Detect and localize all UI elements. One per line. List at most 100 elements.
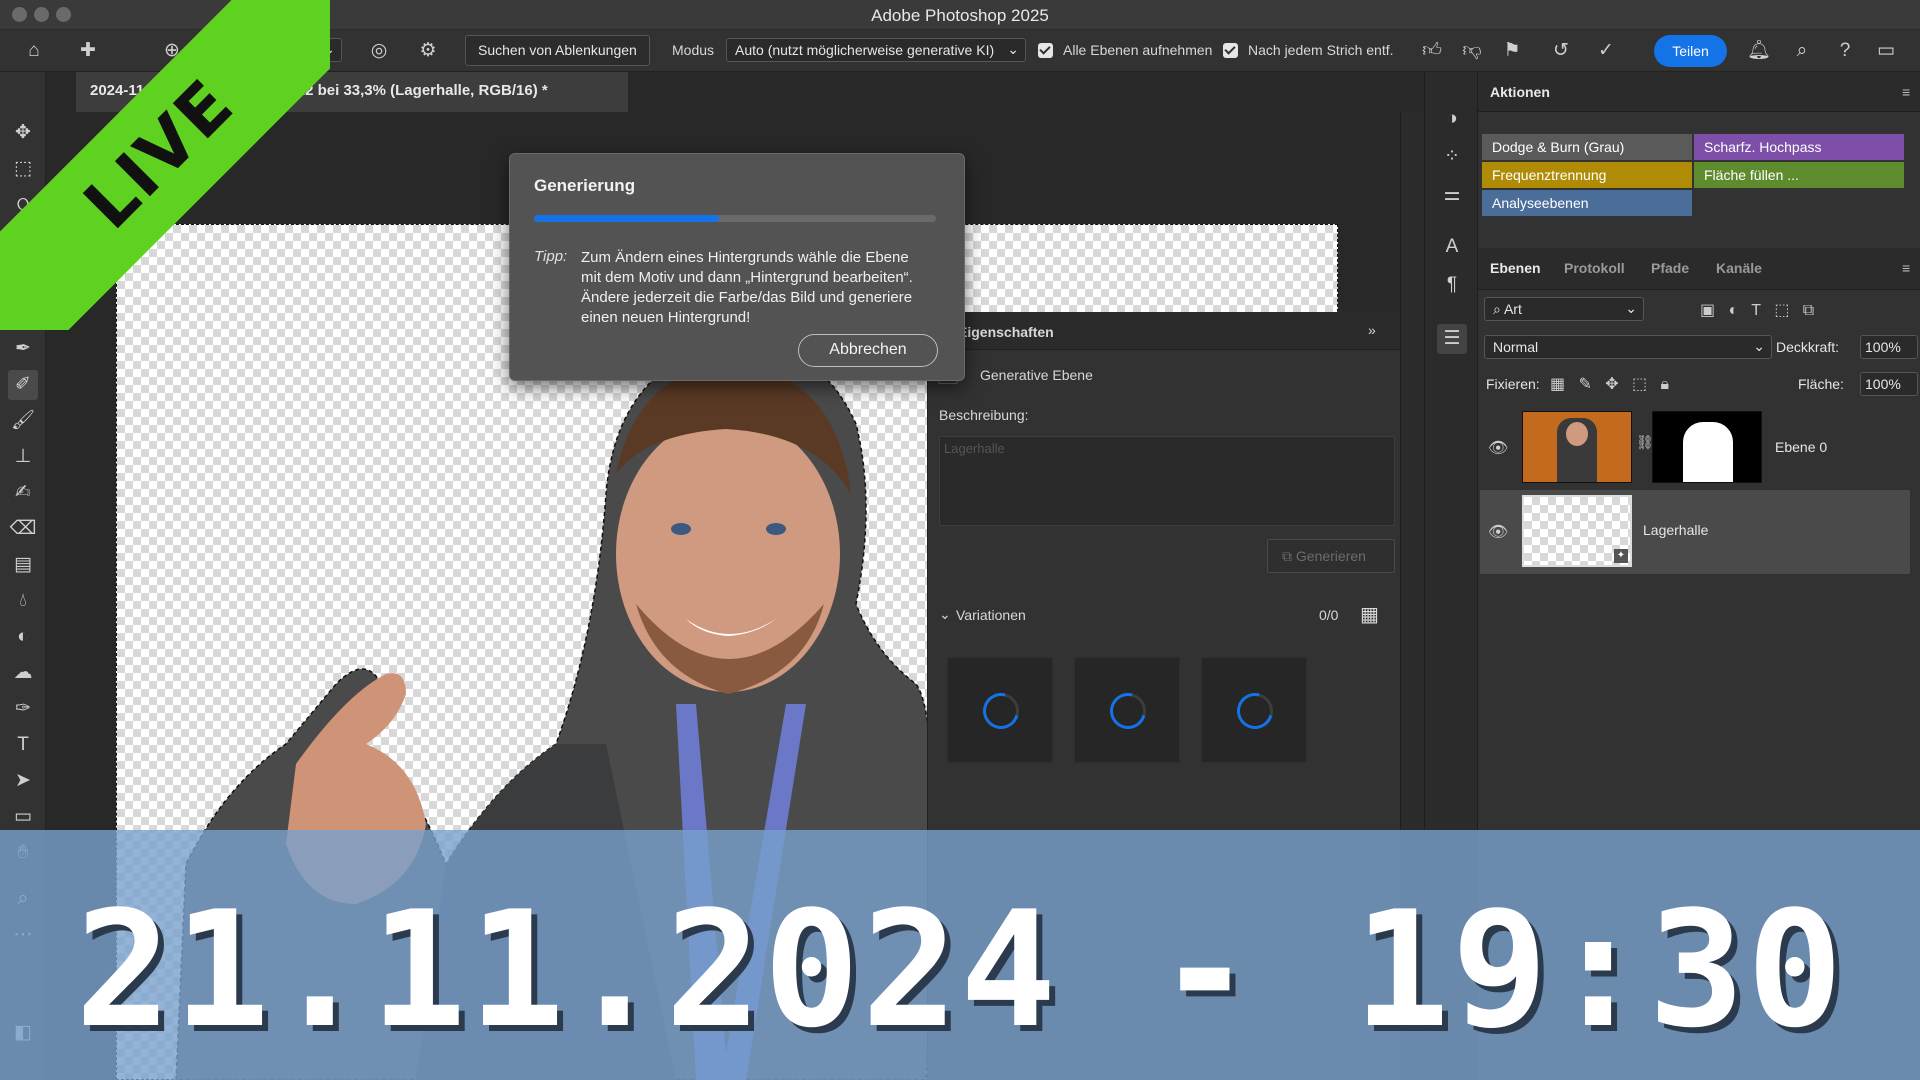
marquee-tool-icon[interactable]: ⬚ [8, 154, 38, 184]
action-analysis-layers[interactable]: Analyseebenen [1482, 190, 1692, 216]
lock-all-icon[interactable]: 🔒︎ [1660, 376, 1669, 393]
gear-icon[interactable]: ⚙ [416, 39, 440, 63]
layer-mask-thumbnail[interactable] [1652, 411, 1762, 483]
type-tool-icon[interactable]: T [8, 730, 38, 760]
home-icon[interactable]: ⌂ [22, 39, 46, 63]
blend-mode-select[interactable]: Normal ⌄ [1484, 335, 1772, 359]
dodge-tool-icon[interactable]: ◐ [8, 622, 38, 652]
action-fill[interactable]: Fläche füllen ... [1694, 162, 1904, 188]
action-dodge-burn[interactable]: Dodge & Burn (Grau) [1482, 134, 1692, 160]
grid-view-icon[interactable]: ▦ [1360, 602, 1379, 627]
sponge-tool-icon[interactable]: ☁ [8, 658, 38, 688]
after-stroke-checkbox[interactable] [1223, 43, 1238, 58]
thumbs-down-icon[interactable]: 👎︎ [1460, 39, 1484, 63]
flag-icon[interactable]: ⚑ [1500, 39, 1524, 63]
pen-tool-icon[interactable]: ✑ [8, 694, 38, 724]
layer-name[interactable]: Ebene 0 [1775, 439, 1827, 455]
variation-tile[interactable] [1201, 657, 1307, 763]
eraser-tool-icon[interactable]: ⌫ [8, 514, 38, 544]
eyedropper-tool-icon[interactable]: ✒ [8, 334, 38, 364]
layer-filter-select[interactable]: ⌕ Art ⌄ [1484, 297, 1644, 321]
action-frequency-separation[interactable]: Frequenztrennung [1482, 162, 1692, 188]
healing-brush-icon[interactable]: ✚ [76, 39, 100, 63]
quick-select-tool-icon[interactable]: ✎ [8, 226, 38, 256]
blur-tool-icon[interactable]: 💧︎ [8, 586, 38, 616]
character-icon[interactable]: A [1437, 232, 1467, 262]
workspace-icon[interactable]: ▭ [1874, 39, 1898, 63]
distraction-search-button[interactable]: Suchen von Ablenkungen [465, 35, 650, 66]
lock-icons: ▦ ✎ ✥ ⬚ 🔒︎ [1550, 374, 1669, 394]
lock-label: Fixieren: [1486, 376, 1540, 392]
opacity-label: Deckkraft: [1776, 339, 1840, 355]
lock-artboard-icon[interactable]: ⬚ [1632, 376, 1647, 393]
pressure-icon[interactable]: ◎ [367, 39, 391, 63]
panel-menu-icon[interactable]: ≡ [1902, 84, 1910, 100]
help-icon[interactable]: ? [1833, 39, 1857, 63]
layer-name[interactable]: Lagerhalle [1643, 522, 1708, 538]
mode-select[interactable]: Auto (nutzt möglicherweise generative KI… [726, 38, 1026, 62]
thumbs-up-icon[interactable]: 👍︎ [1420, 39, 1444, 63]
tab-paths[interactable]: Pfade [1651, 260, 1689, 276]
chevron-down-icon: ⌄ [323, 41, 335, 57]
size-value: 31 [285, 42, 301, 58]
brush-settings-icon[interactable]: ⁘ [1437, 142, 1467, 172]
lock-transparency-icon[interactable]: ▦ [1550, 376, 1565, 393]
description-input[interactable]: Lagerhalle [939, 436, 1395, 526]
all-layers-checkbox[interactable] [1038, 43, 1053, 58]
layer-row-selected[interactable]: 👁︎ ✦ Lagerhalle [1480, 490, 1910, 574]
generate-button[interactable]: ⧉ Generieren [1267, 539, 1395, 573]
brush-tool-icon[interactable]: 🖌︎ [8, 406, 38, 436]
bell-icon[interactable]: 🔔︎ [1747, 39, 1771, 63]
fill-field[interactable]: 100% [1860, 372, 1918, 396]
history-brush-tool-icon[interactable]: ✍ [8, 478, 38, 508]
frame-tool-icon[interactable]: ⊠ [8, 298, 38, 328]
crop-tool-icon[interactable]: ⌗ [8, 262, 38, 292]
color-wheel-icon[interactable]: ◑ [1437, 104, 1467, 134]
lasso-tool-icon[interactable]: ଠ [8, 190, 38, 220]
action-highpass[interactable]: Scharfz. Hochpass [1694, 134, 1904, 160]
size-field[interactable]: 31 ⌄ [276, 38, 342, 62]
brush-subtract-icon[interactable]: ⊖ [196, 39, 220, 63]
type-filter-icon[interactable]: T [1751, 302, 1761, 319]
chevron-down-icon: ⌄ [1007, 41, 1019, 57]
layer-row[interactable]: 👁︎ ⛓ Ebene 0 [1480, 406, 1910, 490]
actions-title[interactable]: Aktionen [1490, 84, 1550, 100]
undo-icon[interactable]: ↺ [1549, 39, 1573, 63]
share-button[interactable]: Teilen [1654, 35, 1727, 67]
chevron-down-icon: ⌄ [1753, 338, 1765, 354]
adjustments-icon[interactable]: ⚌ [1437, 180, 1467, 210]
checkmark-icon[interactable]: ✓ [1594, 39, 1618, 63]
document-tab[interactable]: 2024-11-21_photopia_6844.CR2 bei 33,3% (… [76, 72, 628, 112]
properties-icon[interactable]: ☰ [1437, 324, 1467, 354]
layer-filter-icons[interactable]: ▣ ◐ T ⬚ ⧉ [1700, 300, 1814, 320]
opacity-field[interactable]: 100% [1860, 335, 1918, 359]
smart-object-filter-icon[interactable]: ⧉ [1803, 302, 1814, 319]
cancel-button[interactable]: Abbrechen [798, 334, 938, 367]
paragraph-icon[interactable]: ¶ [1437, 270, 1467, 300]
search-icon[interactable]: ⌕ [1790, 39, 1814, 63]
shape-filter-icon[interactable]: ⬚ [1774, 302, 1789, 319]
pixel-filter-icon[interactable]: ▣ [1700, 302, 1715, 319]
chevron-down-icon[interactable]: ⌄ [939, 606, 951, 623]
adjustment-filter-icon[interactable]: ◐ [1728, 302, 1738, 319]
path-select-tool-icon[interactable]: ➤ [8, 766, 38, 796]
tab-channels[interactable]: Kanäle [1716, 260, 1762, 276]
lock-position-icon[interactable]: ✥ [1605, 376, 1618, 393]
variation-tile[interactable] [1074, 657, 1180, 763]
brush-add-icon[interactable]: ⊕ [160, 39, 184, 63]
variation-tile[interactable] [947, 657, 1053, 763]
stamp-tool-icon[interactable]: ⊥ [8, 442, 38, 472]
remove-tool-icon[interactable]: ✐ [8, 370, 38, 400]
tab-history[interactable]: Protokoll [1564, 260, 1625, 276]
rectangle-tool-icon[interactable]: ▭ [8, 802, 38, 832]
tab-layers[interactable]: Ebenen [1490, 260, 1541, 276]
eye-icon[interactable]: 👁︎ [1488, 440, 1508, 458]
tip-text: Zum Ändern eines Hintergrunds wähle die … [581, 249, 913, 326]
move-tool-icon[interactable]: ✥ [8, 118, 38, 148]
collapse-panel-icon[interactable]: » [1368, 322, 1376, 338]
panel-menu-icon[interactable]: ≡ [1902, 260, 1910, 276]
gradient-tool-icon[interactable]: ▤ [8, 550, 38, 580]
variations-label[interactable]: Variationen [956, 607, 1026, 623]
eye-icon[interactable]: 👁︎ [1488, 524, 1508, 542]
lock-pixels-icon[interactable]: ✎ [1578, 376, 1591, 393]
